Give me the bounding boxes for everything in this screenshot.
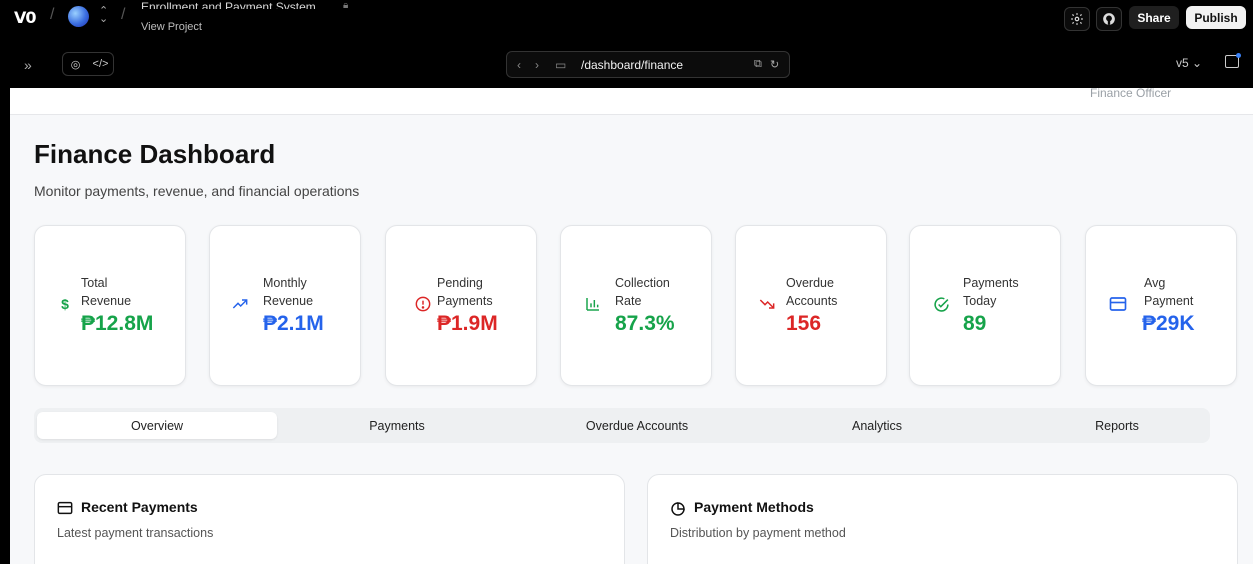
- stat-card-avg-payment: Avg Payment ₱29K: [1085, 225, 1237, 386]
- panel-subtitle: Distribution by payment method: [670, 526, 846, 540]
- trending-down-icon: [758, 295, 776, 313]
- stat-label: Payments Today: [963, 276, 1019, 308]
- version-selector[interactable]: v5 ⌄: [1176, 56, 1202, 70]
- chat-panel-icon[interactable]: [1225, 53, 1241, 68]
- project-title[interactable]: Enrollment and Payment System: [141, 0, 316, 9]
- lock-icon: 🔒︎: [343, 0, 349, 11]
- tab-reports[interactable]: Reports: [997, 412, 1237, 439]
- panel-title: Recent Payments: [81, 499, 198, 515]
- panel-title: Payment Methods: [694, 499, 814, 515]
- stat-value: 89: [963, 312, 987, 335]
- stat-label: Total Revenue: [81, 276, 132, 308]
- device-icon[interactable]: ▭: [555, 58, 566, 72]
- breadcrumb-separator: /: [50, 6, 55, 23]
- refresh-icon[interactable]: ↻: [770, 58, 779, 71]
- stat-label: Monthly Revenue: [263, 276, 314, 308]
- recent-payments-panel: Recent Payments Latest payment transacti…: [34, 474, 625, 564]
- tab-analytics[interactable]: Analytics: [757, 412, 997, 439]
- url-text[interactable]: /dashboard/finance: [581, 58, 683, 72]
- tab-overdue-accounts[interactable]: Overdue Accounts: [517, 412, 757, 439]
- stat-label: Collection Rate: [615, 276, 670, 308]
- breadcrumb-separator: /: [121, 6, 126, 23]
- switcher-icon[interactable]: ⌃ ⌄: [99, 6, 108, 25]
- app-header: Finance Officer: [10, 88, 1253, 115]
- view-project-link[interactable]: View Project: [141, 21, 202, 33]
- version-label: v5: [1176, 56, 1189, 70]
- stat-label: Pending Payments: [437, 276, 493, 308]
- top-bar: V0 / ⌃ ⌄ / Enrollment and Payment System …: [0, 0, 1253, 41]
- credit-card-icon: [57, 501, 73, 517]
- stat-label: Overdue Accounts: [786, 276, 838, 308]
- check-circle-icon: [932, 295, 950, 313]
- view-mode-toggle[interactable]: ◎ </>: [62, 52, 114, 76]
- github-icon[interactable]: [1096, 7, 1122, 31]
- code-icon[interactable]: </>: [88, 58, 113, 70]
- user-role: Finance Officer: [1090, 88, 1172, 97]
- back-icon[interactable]: ‹: [517, 58, 521, 72]
- stat-value: ₱2.1M: [263, 312, 324, 335]
- pie-chart-icon: [670, 501, 686, 517]
- stat-card-collection-rate: Collection Rate 87.3%: [560, 225, 712, 386]
- v0-logo[interactable]: V0: [14, 8, 36, 27]
- share-button[interactable]: Share: [1129, 6, 1179, 29]
- panel-subtitle: Latest payment transactions: [57, 526, 214, 540]
- app-preview: Finance Officer Finance Dashboard Monito…: [10, 88, 1253, 564]
- settings-icon[interactable]: [1064, 7, 1090, 31]
- trending-up-icon: [231, 295, 249, 313]
- stat-value: 87.3%: [615, 312, 675, 335]
- preview-toolbar: » ◎ </> ‹ › ▭ /dashboard/finance ⧉ ↻ v5 …: [0, 41, 1253, 88]
- dollar-icon: $: [61, 296, 69, 312]
- bar-chart-icon: [584, 295, 602, 313]
- team-avatar[interactable]: [68, 6, 89, 27]
- stat-card-monthly-revenue: Monthly Revenue ₱2.1M: [209, 225, 361, 386]
- stat-label: Avg Payment: [1144, 276, 1194, 308]
- open-external-icon[interactable]: ⧉: [754, 58, 762, 71]
- page-title: Finance Dashboard: [34, 139, 276, 169]
- page-subtitle: Monitor payments, revenue, and financial…: [34, 183, 360, 199]
- expand-sidebar-icon[interactable]: »: [24, 57, 32, 73]
- dashboard-tabs: Overview Payments Overdue Accounts Analy…: [34, 408, 1210, 443]
- stat-value: 156: [786, 312, 822, 335]
- preview-icon[interactable]: ◎: [63, 58, 88, 71]
- tab-payments[interactable]: Payments: [277, 412, 517, 439]
- stat-card-payments-today: Payments Today 89: [909, 225, 1061, 386]
- forward-icon[interactable]: ›: [535, 58, 539, 72]
- credit-card-icon: [1109, 295, 1127, 313]
- stat-value: ₱12.8M: [81, 312, 154, 335]
- stat-value: ₱1.9M: [437, 312, 498, 335]
- stat-card-overdue-accounts: Overdue Accounts 156: [735, 225, 887, 386]
- address-bar[interactable]: ‹ › ▭ /dashboard/finance ⧉ ↻: [506, 51, 790, 78]
- stat-card-pending-payments: Pending Payments ₱1.9M: [385, 225, 537, 386]
- alert-circle-icon: [414, 295, 432, 313]
- stat-value: ₱29K: [1142, 312, 1195, 335]
- payment-methods-panel: Payment Methods Distribution by payment …: [647, 474, 1238, 564]
- stat-card-total-revenue: $ Total Revenue ₱12.8M: [34, 225, 186, 386]
- tab-overview[interactable]: Overview: [37, 412, 277, 439]
- publish-button[interactable]: Publish: [1186, 6, 1246, 29]
